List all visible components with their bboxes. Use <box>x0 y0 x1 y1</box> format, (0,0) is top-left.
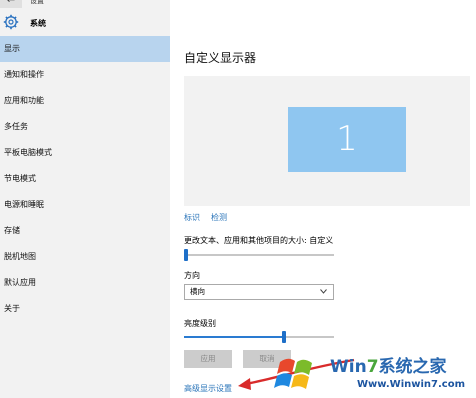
slider-thumb[interactable] <box>282 331 286 343</box>
sidebar-item-apps[interactable]: 应用和功能 <box>0 88 170 114</box>
chevron-down-icon <box>320 289 327 294</box>
scale-slider[interactable] <box>184 249 334 261</box>
orientation-label: 方向 <box>184 271 200 280</box>
scale-label: 更改文本、应用和其他项目的大小: 自定义 <box>184 236 334 245</box>
orientation-value: 横向 <box>190 287 205 296</box>
detect-link[interactable]: 检测 <box>211 212 227 223</box>
sidebar-item-power-sleep[interactable]: 电源和睡眠 <box>0 192 170 218</box>
sidebar: ← 设置 系统 显示 通知和操作 应用和功能 多任务 平板电脑模式 节电模式 电… <box>0 0 170 398</box>
sidebar-item-tablet-mode[interactable]: 平板电脑模式 <box>0 140 170 166</box>
watermark-url: Www.Winwin7.com <box>357 379 466 390</box>
back-button[interactable]: ← <box>0 0 22 8</box>
watermark-title: Win7系统之家 <box>330 357 447 377</box>
brightness-slider[interactable] <box>184 331 334 343</box>
windows-logo-icon <box>274 358 312 389</box>
back-arrow-icon: ← <box>6 0 16 6</box>
sidebar-item-storage[interactable]: 存储 <box>0 218 170 244</box>
slider-track <box>184 254 334 256</box>
brightness-label: 亮度级别 <box>184 319 216 328</box>
sidebar-nav: 显示 通知和操作 应用和功能 多任务 平板电脑模式 节电模式 电源和睡眠 存储 … <box>0 36 170 322</box>
gear-icon <box>3 14 19 30</box>
orientation-dropdown[interactable]: 横向 <box>184 284 334 300</box>
sidebar-item-display[interactable]: 显示 <box>0 36 170 62</box>
window-title: 设置 <box>30 0 44 5</box>
sidebar-item-offline-maps[interactable]: 脱机地图 <box>0 244 170 270</box>
sidebar-item-notifications[interactable]: 通知和操作 <box>0 62 170 88</box>
sidebar-item-battery-saver[interactable]: 节电模式 <box>0 166 170 192</box>
identify-link[interactable]: 标识 <box>184 212 200 223</box>
page-title: 自定义显示器 <box>184 51 257 65</box>
settings-header: 系统 <box>0 12 170 34</box>
advanced-display-settings-link[interactable]: 高级显示设置 <box>184 383 232 394</box>
display-preview: 1 <box>184 76 470 206</box>
sidebar-item-default-apps[interactable]: 默认应用 <box>0 270 170 296</box>
main-panel: 自定义显示器 1 标识 检测 更改文本、应用和其他项目的大小: 自定义 方向 横… <box>170 0 476 398</box>
slider-fill <box>184 336 282 338</box>
monitor-tile[interactable]: 1 <box>288 107 406 172</box>
slider-thumb[interactable] <box>184 249 188 261</box>
sidebar-item-multitasking[interactable]: 多任务 <box>0 114 170 140</box>
header-label: 系统 <box>30 19 46 28</box>
title-bar: ← 设置 <box>0 0 170 8</box>
sidebar-item-about[interactable]: 关于 <box>0 296 170 322</box>
apply-button[interactable]: 应用 <box>184 350 232 368</box>
